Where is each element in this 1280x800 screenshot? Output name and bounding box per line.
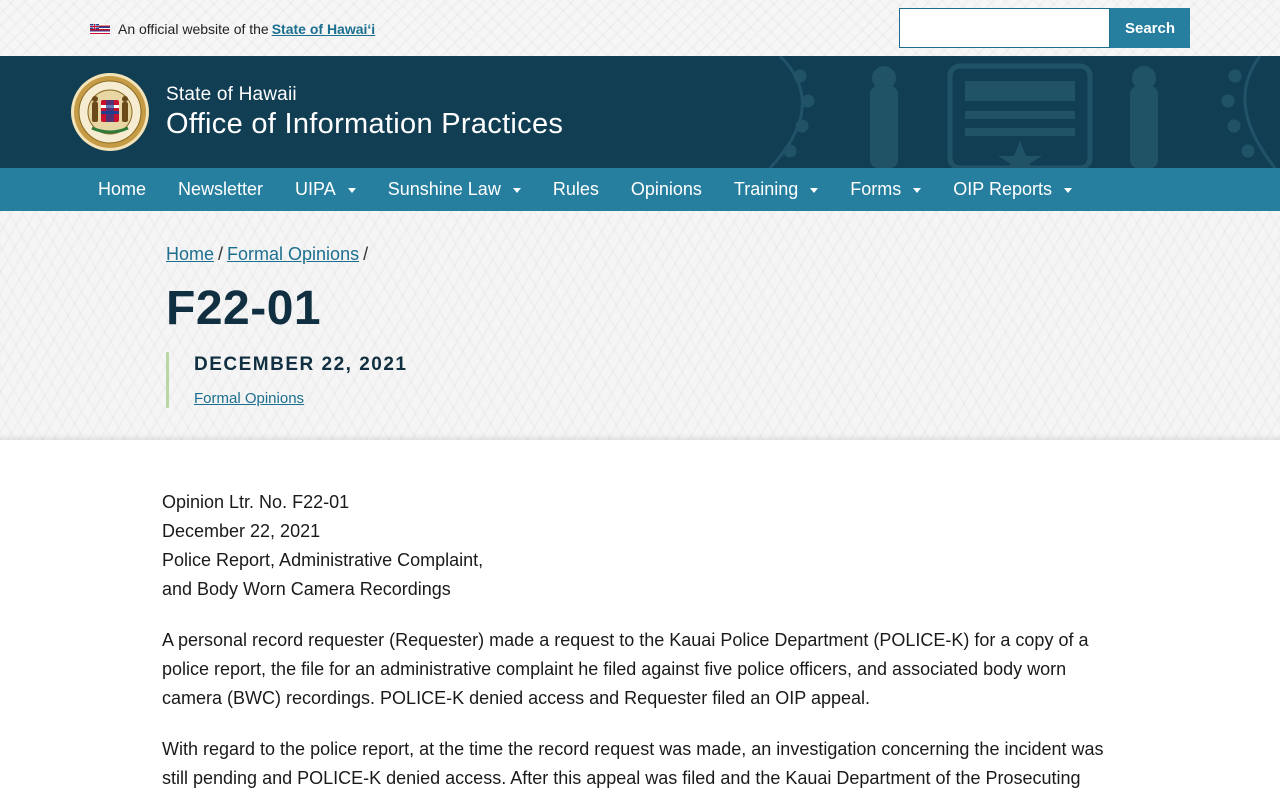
- state-seal-logo: [71, 73, 149, 151]
- caret-down-icon: [810, 188, 819, 193]
- nav-label: OIP Reports: [953, 179, 1052, 199]
- official-banner-bar: An official website of the State of Hawa…: [0, 0, 1280, 56]
- opinion-subject-line-1: Police Report, Administrative Complaint,: [162, 550, 484, 570]
- nav-rules[interactable]: Rules: [537, 168, 615, 211]
- nav-label: Sunshine Law: [387, 179, 501, 199]
- page-header: Home / Formal Opinions / F22-01 DECEMBER 22…: [0, 211, 1280, 440]
- search-input[interactable]: [899, 8, 1110, 48]
- main-navigation: Home Newsletter UIPA Sunshine Law Rules …: [0, 168, 1280, 211]
- search-button[interactable]: Search: [1110, 8, 1190, 48]
- post-date: DECEMBER 22, 2021: [194, 354, 408, 375]
- caret-down-icon: [512, 188, 521, 193]
- nav-label: Forms: [850, 179, 902, 199]
- nav-label: Rules: [552, 179, 599, 199]
- opinion-date: December 22, 2021: [162, 521, 321, 541]
- official-notice-text: An official website of the: [118, 21, 269, 37]
- breadcrumb-separator: /: [363, 244, 369, 264]
- paragraph-1: A personal record requester (Requester) …: [162, 630, 1089, 708]
- site-title[interactable]: Office of Information Practices: [166, 108, 563, 141]
- nav-sunshine-law[interactable]: Sunshine Law: [372, 168, 537, 211]
- official-notice: An official website of the State of Hawa…: [90, 20, 375, 38]
- hawaii-flag-icon: [90, 24, 110, 34]
- nav-newsletter[interactable]: Newsletter: [162, 168, 279, 211]
- breadcrumb-home-link[interactable]: Home: [166, 244, 214, 264]
- nav-opinions[interactable]: Opinions: [615, 168, 718, 211]
- nav-label: Training: [733, 179, 799, 199]
- breadcrumb-separator: /: [218, 244, 224, 264]
- nav-training[interactable]: Training: [718, 168, 834, 211]
- paragraph-2: With regard to the police report, at the…: [162, 739, 1104, 788]
- state-of-hawaii-link[interactable]: State of Hawaiʻi: [272, 21, 375, 37]
- caret-down-icon: [1064, 188, 1072, 193]
- nav-label: UIPA: [295, 179, 336, 199]
- coat-of-arms-background-icon: [768, 56, 1277, 168]
- nav-oip-reports[interactable]: OIP Reports: [937, 168, 1088, 211]
- nav-home[interactable]: Home: [82, 168, 162, 211]
- nav-label: Home: [98, 179, 147, 199]
- article-body: Opinion Ltr. No. F22-01 December 22, 202…: [162, 488, 1112, 800]
- site-subtitle: State of Hawaii: [166, 84, 297, 105]
- opinion-header: Opinion Ltr. No. F22-01 December 22, 202…: [162, 488, 1112, 604]
- breadcrumb: Home / Formal Opinions /: [166, 244, 372, 265]
- post-meta: DECEMBER 22, 2021 Formal Opinions: [166, 352, 566, 408]
- nav-label: Newsletter: [178, 179, 264, 199]
- page-title: F22-01: [166, 282, 322, 335]
- nav-uipa[interactable]: UIPA: [279, 168, 372, 211]
- search-form: Search: [899, 8, 1190, 48]
- nav-label: Opinions: [630, 179, 702, 199]
- opinion-subject-line-2: and Body Worn Camera Recordings: [162, 579, 451, 599]
- site-banner: State of Hawaii Office of Information Pr…: [0, 56, 1280, 168]
- breadcrumb-formal-opinions-link[interactable]: Formal Opinions: [227, 244, 359, 264]
- caret-down-icon: [347, 188, 356, 193]
- caret-down-icon: [913, 188, 922, 193]
- opinion-number: Opinion Ltr. No. F22-01: [162, 492, 350, 512]
- nav-forms[interactable]: Forms: [834, 168, 937, 211]
- category-link[interactable]: Formal Opinions: [194, 390, 304, 407]
